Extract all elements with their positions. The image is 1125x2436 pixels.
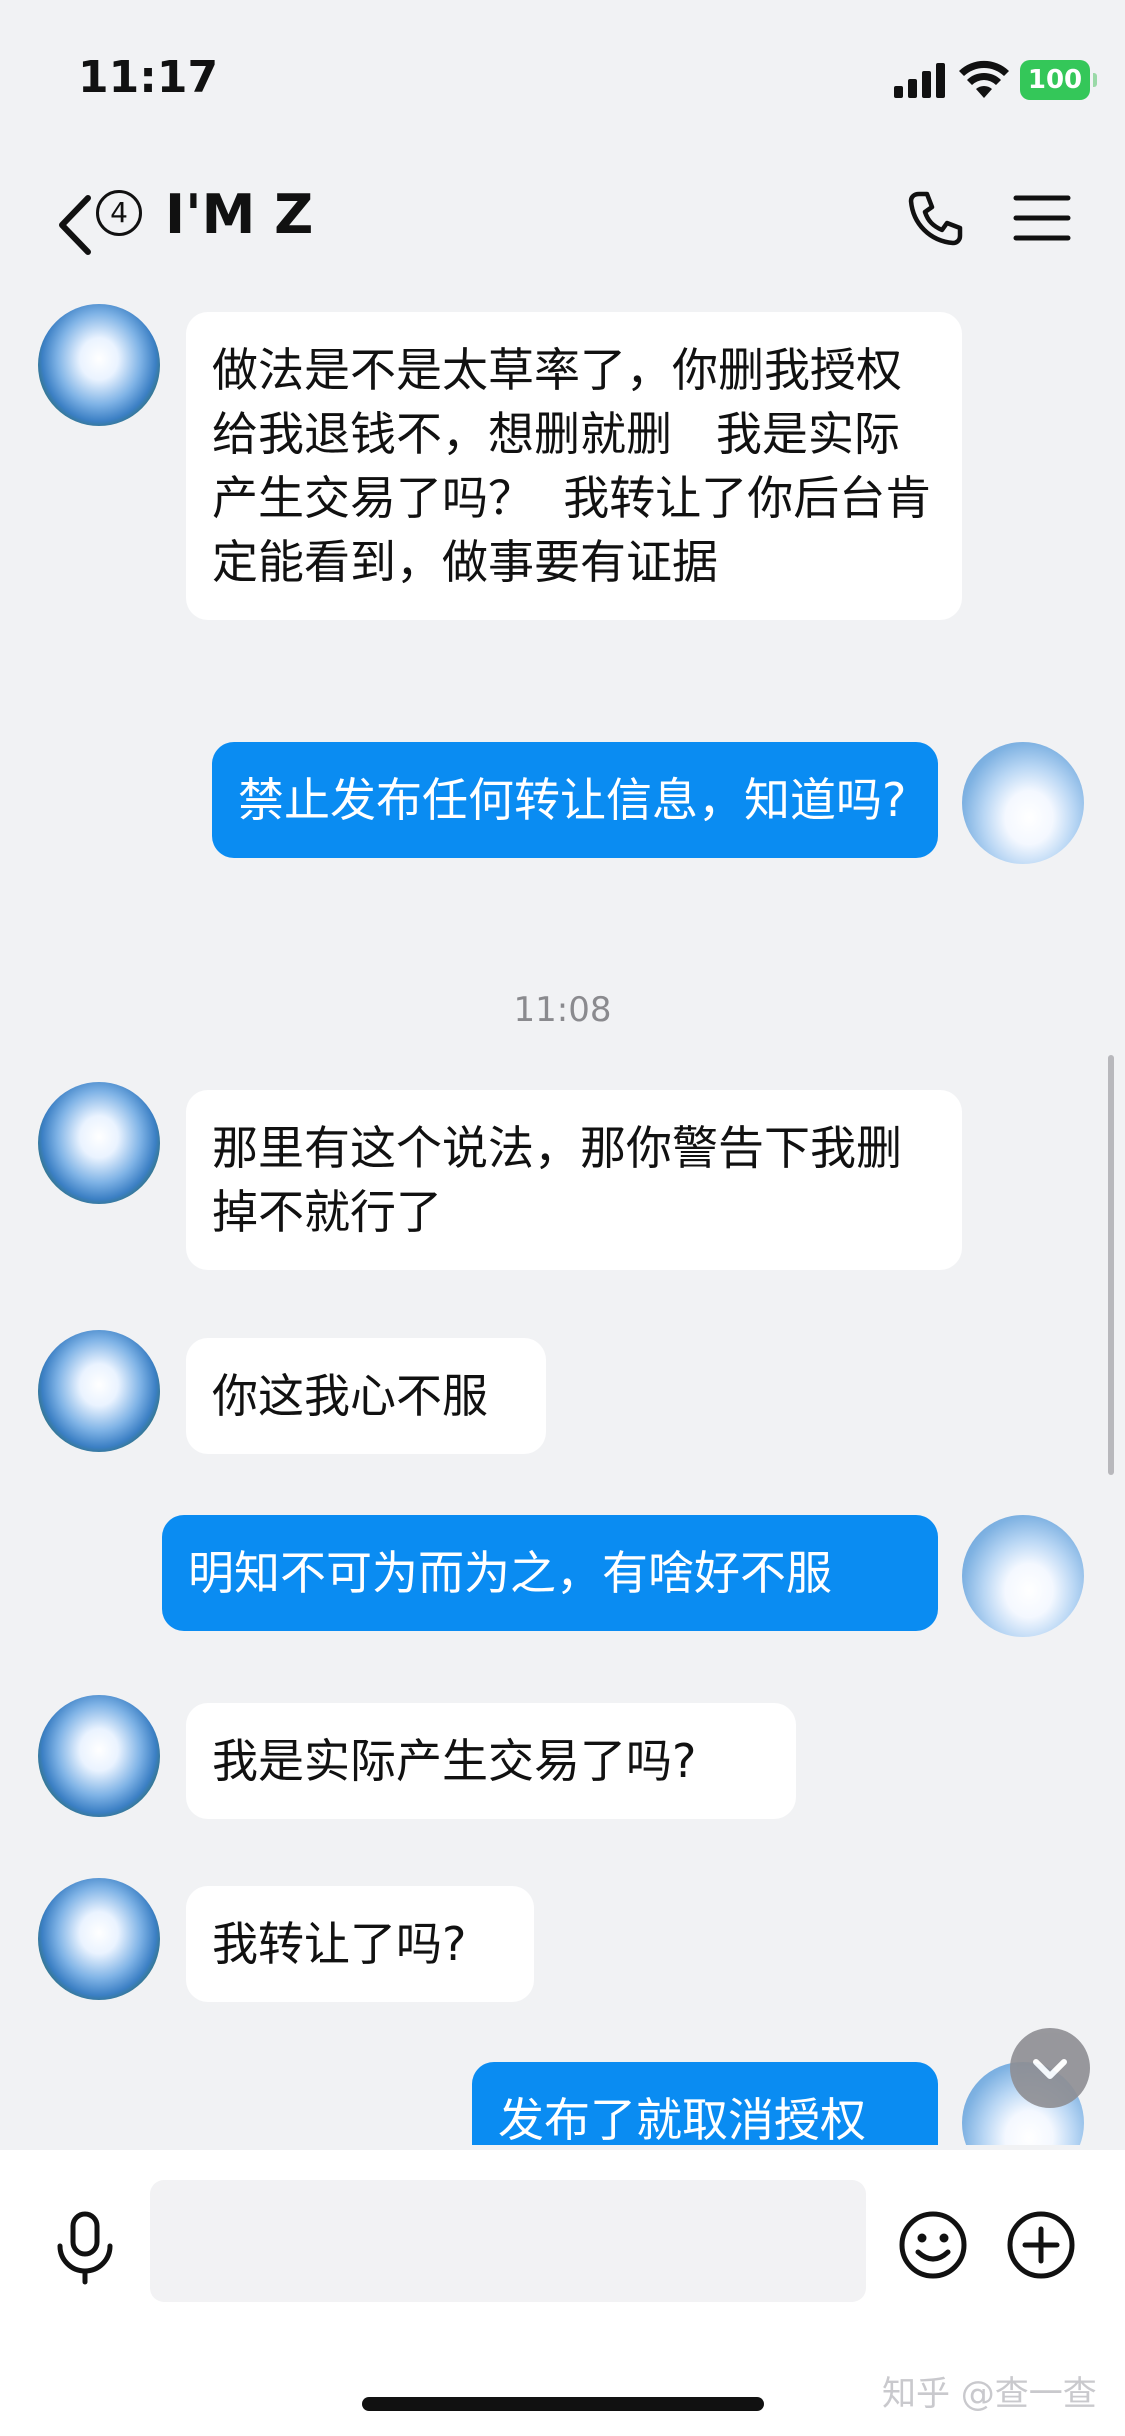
contact-avatar[interactable] — [38, 1082, 160, 1204]
incoming-message[interactable]: 我是实际产生交易了吗? — [186, 1703, 796, 1819]
my-avatar[interactable] — [962, 742, 1084, 864]
watermark: 知乎 @查一查 — [882, 2374, 1097, 2414]
microphone-icon[interactable] — [52, 2210, 118, 2286]
plus-icon[interactable] — [1006, 2210, 1076, 2280]
incoming-message[interactable]: 那里有这个说法，那你警告下我删掉不就行了 — [186, 1090, 962, 1270]
incoming-message[interactable]: 你这我心不服 — [186, 1338, 546, 1454]
message-list[interactable]: 做法是不是太草率了，你删我授权给我退钱不，想删就删 我是实际产生交易了吗？ 我转… — [0, 290, 1125, 2145]
status-time: 11:17 — [78, 52, 219, 103]
unread-count-badge[interactable]: 4 — [96, 190, 142, 236]
menu-icon[interactable] — [1012, 190, 1072, 246]
my-avatar[interactable] — [962, 1515, 1084, 1637]
cellular-signal-icon — [894, 63, 945, 98]
chat-title: I'M Z — [165, 183, 314, 246]
scroll-to-bottom-button[interactable] — [1010, 2028, 1090, 2108]
message-input[interactable] — [150, 2180, 866, 2302]
back-arrow-icon[interactable] — [52, 190, 100, 260]
outgoing-message[interactable]: 明知不可为而为之，有啥好不服 — [162, 1515, 938, 1631]
contact-avatar[interactable] — [38, 304, 160, 426]
scrollbar[interactable] — [1108, 1055, 1114, 1475]
wifi-icon — [959, 60, 1009, 98]
chevron-down-icon — [1033, 2059, 1067, 2079]
chat-screen: 11:17 100 4 I'M Z 做法是不是太草率了，你删我授权给我退钱不，想 — [0, 0, 1125, 2436]
incoming-message[interactable]: 做法是不是太草率了，你删我授权给我退钱不，想删就删 我是实际产生交易了吗？ 我转… — [186, 312, 962, 620]
contact-avatar[interactable] — [38, 1695, 160, 1817]
status-bar: 11:17 100 — [0, 0, 1125, 160]
phone-icon[interactable] — [905, 188, 965, 248]
emoji-icon[interactable] — [898, 2210, 968, 2280]
outgoing-message[interactable]: 发布了就取消授权 — [472, 2062, 938, 2145]
contact-avatar[interactable] — [38, 1878, 160, 2000]
outgoing-message[interactable]: 禁止发布任何转让信息，知道吗? — [212, 742, 938, 858]
contact-avatar[interactable] — [38, 1330, 160, 1452]
message-timestamp: 11:08 — [513, 990, 612, 1030]
battery-indicator: 100 — [1020, 60, 1097, 100]
incoming-message[interactable]: 我转让了吗? — [186, 1886, 534, 2002]
home-indicator[interactable] — [362, 2397, 764, 2411]
